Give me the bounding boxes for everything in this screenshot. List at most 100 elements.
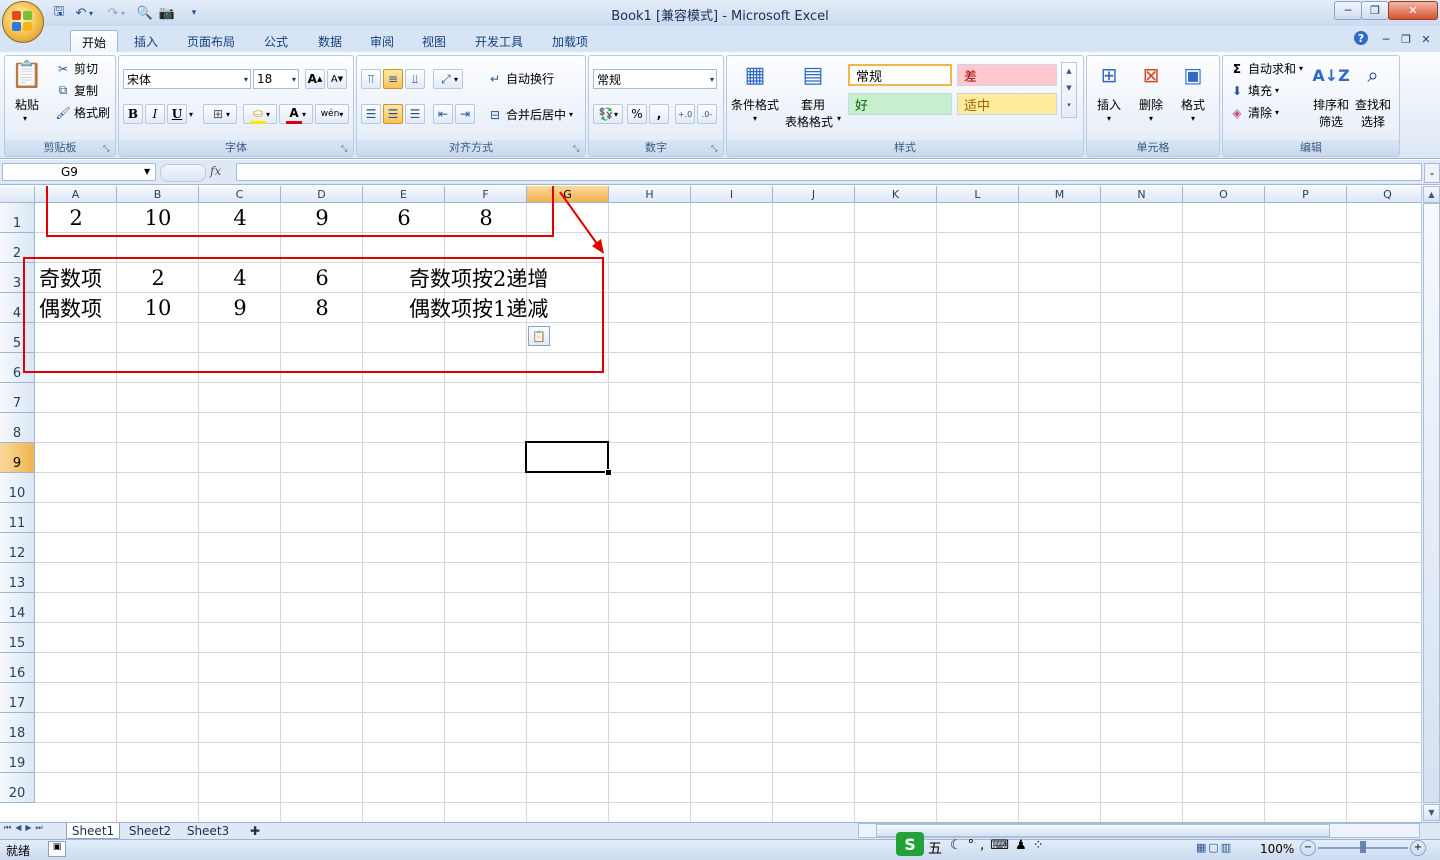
increase-indent-button[interactable]: ⇥ [455, 104, 475, 124]
vertical-scrollbar[interactable]: ▲ ▼ [1421, 186, 1440, 822]
zoom-level[interactable]: 100% [1260, 842, 1294, 856]
format-as-table-dropdown-icon[interactable]: ▾ [837, 114, 841, 123]
tab-data[interactable]: 数据 [308, 30, 352, 52]
expand-formula-bar-icon[interactable]: ⌄ [1424, 163, 1440, 183]
ime-logo-icon[interactable]: S [896, 832, 924, 856]
format-cells-icon[interactable]: ▣ [1177, 60, 1209, 90]
align-top-button[interactable]: ⫪ [361, 69, 381, 89]
close-button[interactable]: ✕ [1388, 1, 1438, 20]
autosum-button[interactable]: Σ 自动求和 ▾ [1229, 60, 1303, 77]
conditional-format-dropdown-icon[interactable]: ▾ [753, 114, 757, 123]
row-header-16[interactable]: 16 [0, 653, 35, 683]
paste-dropdown-icon[interactable]: ▾ [23, 114, 27, 123]
binoculars-icon[interactable]: ⌕ [1357, 60, 1389, 90]
insert-cells-icon[interactable]: ⊞ [1093, 60, 1125, 90]
horizontal-scroll-thumb[interactable] [876, 824, 1330, 837]
decrease-decimal-button[interactable]: .0- [697, 104, 717, 124]
sort-filter-icon[interactable]: A↓Z [1312, 60, 1349, 90]
zoom-in-icon[interactable]: + [1410, 840, 1426, 856]
tab-review[interactable]: 审阅 [362, 30, 402, 52]
workbook-restore-button[interactable]: ❐ [1398, 31, 1414, 47]
column-header-J[interactable]: J [773, 186, 855, 203]
column-header-H[interactable]: H [609, 186, 691, 203]
comma-style-button[interactable]: , [649, 104, 669, 124]
increase-decimal-button[interactable]: +.0 [675, 104, 695, 124]
fill-button[interactable]: ⬇ 填充 ▾ [1229, 82, 1279, 99]
fill-color-button[interactable]: ⛀ ▾ [243, 104, 277, 124]
row-header-1[interactable]: 1 [0, 203, 35, 233]
format-as-table-icon[interactable]: ▤ [797, 60, 829, 90]
tab-insert[interactable]: 插入 [126, 30, 166, 52]
merge-center-button[interactable]: ⊟ 合并后居中 ▾ [487, 106, 573, 123]
tab-view[interactable]: 视图 [414, 30, 454, 52]
paste-icon[interactable]: 📋 [11, 60, 43, 90]
clear-button[interactable]: ◈ 清除 ▾ [1229, 104, 1279, 121]
formula-input[interactable] [236, 163, 1422, 181]
conditional-format-button[interactable]: 条件格式 [731, 96, 779, 113]
row-header-18[interactable]: 18 [0, 713, 35, 743]
row-header-12[interactable]: 12 [0, 533, 35, 563]
align-middle-button[interactable]: ≡ [383, 69, 403, 89]
font-size-combo[interactable]: 18 ▾ [253, 69, 299, 89]
number-launcher-icon[interactable]: ⤡ [711, 144, 720, 153]
insert-function-button[interactable]: fx [210, 164, 221, 178]
tab-home[interactable]: 开始 [70, 30, 118, 53]
tab-addins[interactable]: 加载项 [542, 30, 598, 52]
sheet-tab-2[interactable]: Sheet2 [124, 823, 176, 838]
column-header-I[interactable]: I [691, 186, 773, 203]
scroll-up-icon[interactable]: ▲ [1423, 186, 1440, 203]
alignment-launcher-icon[interactable]: ⤡ [573, 144, 582, 153]
sheet-tab-1[interactable]: Sheet1 [66, 823, 120, 839]
underline-button[interactable]: U [167, 104, 187, 124]
tab-page-layout[interactable]: 页面布局 [178, 30, 244, 52]
number-format-combo[interactable]: 常规 ▾ [593, 69, 717, 89]
column-header-Q[interactable]: Q [1347, 186, 1421, 203]
fill-handle[interactable] [605, 469, 612, 476]
phonetic-button[interactable]: wén ▾ [315, 104, 349, 124]
grow-font-button[interactable]: A ▲ [305, 69, 325, 89]
font-launcher-icon[interactable]: ⤡ [341, 144, 350, 153]
bold-button[interactable]: B [123, 104, 143, 124]
maximize-button[interactable]: ❐ [1361, 1, 1389, 20]
align-right-button[interactable]: ☰ [405, 104, 425, 124]
delete-dropdown-icon[interactable]: ▾ [1149, 114, 1153, 123]
zoom-slider-thumb[interactable] [1360, 841, 1366, 853]
column-header-P[interactable]: P [1265, 186, 1347, 203]
insert-cells-button[interactable]: 插入 [1097, 96, 1121, 113]
underline-dropdown-icon[interactable]: ▾ [189, 110, 193, 119]
office-button[interactable] [2, 1, 44, 43]
tab-formulas[interactable]: 公式 [254, 30, 298, 52]
row-header-14[interactable]: 14 [0, 593, 35, 623]
delete-cells-icon[interactable]: ⊠ [1135, 60, 1167, 90]
name-box[interactable]: G9 [2, 163, 156, 181]
shrink-font-button[interactable]: A ▼ [327, 69, 347, 89]
styles-scroll-icon[interactable]: ▲ ▼ ▾ [1061, 62, 1077, 118]
cell-style-good[interactable]: 好 [848, 93, 952, 115]
row-header-10[interactable]: 10 [0, 473, 35, 503]
format-cells-button[interactable]: 格式 [1181, 96, 1205, 113]
scroll-down-icon[interactable]: ▼ [1423, 804, 1440, 821]
row-header-19[interactable]: 19 [0, 743, 35, 773]
cell-style-neutral[interactable]: 适中 [957, 93, 1057, 115]
format-dropdown-icon[interactable]: ▾ [1191, 114, 1195, 123]
workbook-minimize-button[interactable]: ─ [1378, 31, 1394, 47]
format-painter-button[interactable]: 🖌 格式刷 [55, 104, 110, 121]
row-header-20[interactable]: 20 [0, 773, 35, 803]
delete-cells-button[interactable]: 删除 [1139, 96, 1163, 113]
font-name-combo[interactable]: 宋体 ▾ [123, 69, 251, 89]
select-all-corner[interactable] [0, 186, 35, 203]
percent-style-button[interactable]: % [627, 104, 647, 124]
sheet-nav-icons[interactable]: ⏮◀▶⏭ [4, 823, 47, 833]
cut-button[interactable]: ✂ 剪切 [55, 60, 98, 77]
selected-cell-G9[interactable] [525, 441, 609, 473]
worksheet-grid[interactable]: ABCDEFGHIJKLMNOPQ 1 2 3 4 5 6 7 8 9 10 11 12 13 14 15 1… [0, 186, 1421, 822]
ime-mode[interactable]: 五 [928, 838, 942, 858]
tab-developer[interactable]: 开发工具 [466, 30, 532, 52]
minimize-button[interactable]: ─ [1334, 1, 1362, 20]
formula-splitter[interactable] [160, 164, 206, 182]
column-header-O[interactable]: O [1183, 186, 1265, 203]
column-header-N[interactable]: N [1101, 186, 1183, 203]
conditional-format-icon[interactable]: ▦ [739, 60, 771, 90]
sort-filter-label-2[interactable]: 筛选 [1319, 113, 1343, 130]
borders-button[interactable]: ⊞ ▾ [203, 104, 237, 124]
